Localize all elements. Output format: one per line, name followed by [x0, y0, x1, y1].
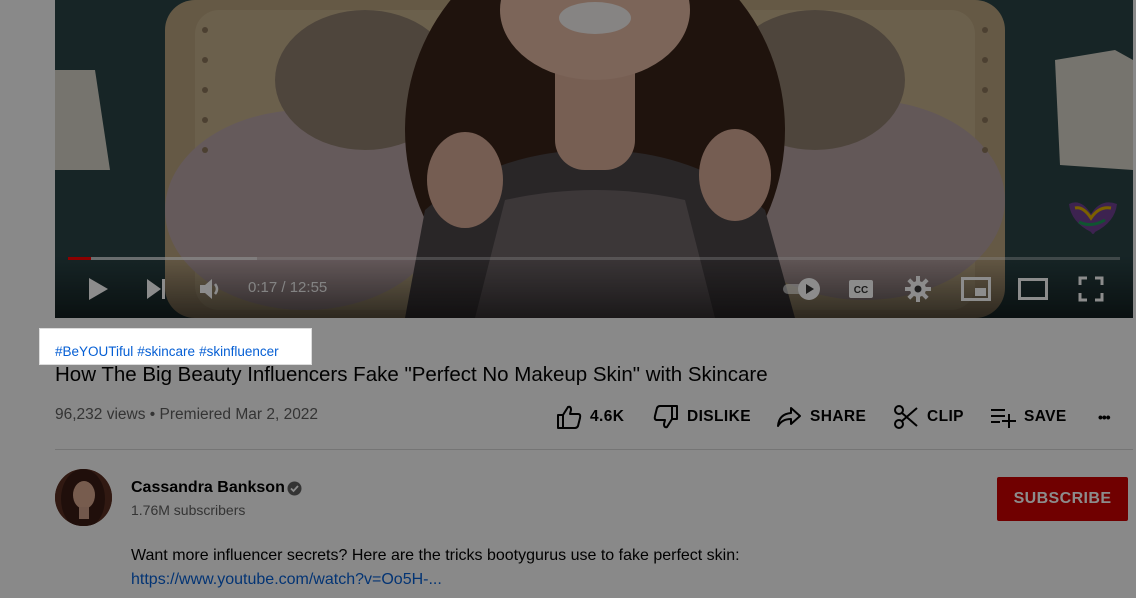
description-text: Want more influencer secrets? Here are t… [131, 547, 740, 564]
thumbs-down-icon [653, 405, 678, 429]
thumbs-up-icon [557, 405, 582, 429]
progress-played [68, 257, 92, 260]
more-actions-button[interactable]: ••• [1098, 403, 1111, 431]
subscriber-count: 1.76M subscribers [131, 502, 246, 518]
miniplayer-button[interactable] [959, 272, 993, 306]
autoplay-toggle[interactable] [783, 272, 823, 306]
next-button[interactable] [139, 272, 173, 306]
playlist-add-icon [991, 409, 1016, 428]
play-icon [89, 278, 108, 300]
fullscreen-button[interactable] [1074, 272, 1108, 306]
volume-icon [200, 279, 219, 299]
share-button[interactable]: SHARE [776, 403, 866, 431]
like-button[interactable]: 4.6K [556, 403, 624, 431]
captions-button[interactable]: CC [844, 272, 878, 306]
video-player[interactable]: 0:17 / 12:55 CC [55, 0, 1133, 318]
fullscreen-icon [1078, 276, 1104, 302]
time-total: 12:55 [289, 279, 328, 296]
time-current: 0:17 [248, 279, 278, 296]
progress-buffered [68, 257, 258, 260]
section-divider [55, 449, 1133, 450]
clip-button[interactable]: CLIP [893, 403, 964, 431]
theater-mode-button[interactable] [1016, 272, 1050, 306]
captions-icon: CC [849, 280, 873, 298]
miniplayer-icon [961, 277, 991, 301]
settings-icon [905, 276, 931, 302]
description-link[interactable]: https://www.youtube.com/watch?v=Oo5H-... [131, 571, 442, 589]
progress-bar[interactable] [68, 257, 1120, 260]
hashtag-highlight-box: #BeYOUTiful #skincare #skinfluencer [39, 328, 312, 365]
dislike-label: DISLIKE [687, 408, 751, 425]
video-title: How The Big Beauty Influencers Fake "Per… [55, 363, 768, 386]
hashtag-link[interactable]: #skincare [137, 344, 195, 359]
time-display: 0:17 / 12:55 [248, 279, 327, 296]
share-label: SHARE [810, 408, 867, 425]
autoplay-toggle-icon [783, 278, 820, 300]
play-button[interactable] [81, 272, 115, 306]
share-icon [777, 407, 801, 427]
channel-watermark-logo[interactable] [1065, 198, 1121, 238]
action-bar: 4.6K DISLIKE SHARE CLIP SAVE ••• [0, 403, 1136, 431]
save-button[interactable]: SAVE [990, 403, 1067, 431]
more-icon: ••• [1098, 409, 1111, 425]
hashtag-link[interactable]: #BeYOUTiful [55, 344, 133, 359]
dislike-button[interactable]: DISLIKE [653, 403, 751, 431]
verified-badge-icon [287, 481, 302, 496]
theater-icon [1018, 278, 1048, 300]
time-separator: / [277, 279, 290, 296]
subscribe-button[interactable]: SUBSCRIBE [997, 477, 1128, 521]
watch-page: 0:17 / 12:55 CC How The Big Beauty Influ… [0, 0, 1136, 598]
svg-text:CC: CC [854, 285, 868, 296]
next-icon [147, 279, 165, 299]
channel-avatar[interactable] [55, 469, 112, 526]
like-count: 4.6K [590, 408, 625, 425]
highlighted-hashtag-list: #BeYOUTiful #skincare #skinfluencer [55, 344, 283, 359]
scissors-icon [894, 405, 918, 429]
mute-button[interactable] [195, 272, 229, 306]
save-label: SAVE [1024, 408, 1067, 425]
clip-label: CLIP [927, 408, 964, 425]
hashtag-link[interactable]: #skinfluencer [199, 344, 279, 359]
settings-button[interactable] [901, 272, 935, 306]
channel-name[interactable]: Cassandra Bankson [131, 479, 285, 497]
avatar-image [55, 469, 112, 526]
